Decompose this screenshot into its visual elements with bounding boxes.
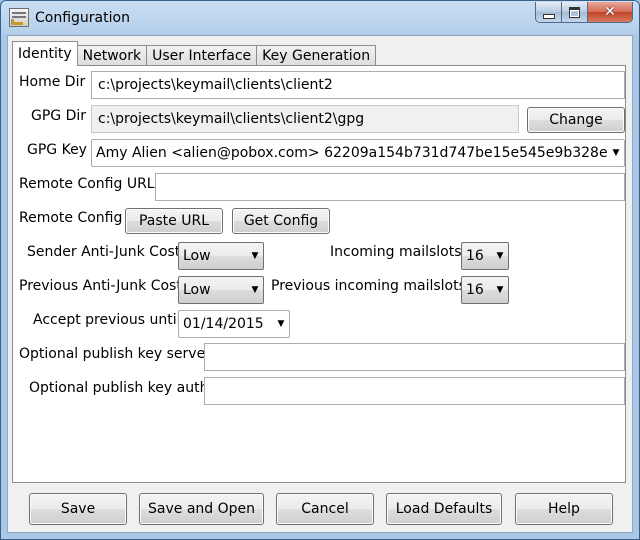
gpg-dir-field: c:\projects\keymail\clients\client2\gpg <box>91 105 519 133</box>
home-dir-label: Home Dir <box>19 74 86 90</box>
maximize-button[interactable] <box>562 2 588 22</box>
close-button[interactable]: ✕ <box>588 2 632 22</box>
change-button[interactable]: Change <box>527 107 625 133</box>
chevron-down-icon: ▼ <box>496 285 504 295</box>
incoming-mailslots-label: Incoming mailslots <box>330 244 462 260</box>
accept-until-date-picker[interactable]: 01/14/2015 ▼ <box>178 310 290 338</box>
previous-mailslots-select[interactable]: 16 ▼ <box>461 276 509 304</box>
gpg-key-label: GPG Key <box>27 142 87 158</box>
save-button[interactable]: Save <box>29 493 127 525</box>
minimize-icon <box>542 13 555 19</box>
incoming-mailslots-value: 16 <box>466 248 484 264</box>
load-defaults-button[interactable]: Load Defaults <box>386 493 502 525</box>
chevron-down-icon: ▼ <box>251 285 259 295</box>
app-key-icon <box>9 8 29 27</box>
tab-strip: Identity Network User Interface Key Gene… <box>12 40 377 66</box>
chevron-down-icon: ▼ <box>496 251 504 261</box>
tab-network[interactable]: Network <box>76 45 148 66</box>
cancel-button[interactable]: Cancel <box>276 493 374 525</box>
publish-server-input[interactable] <box>204 343 625 371</box>
identity-panel: Home Dir c:\projects\keymail\clients\cli… <box>12 65 626 483</box>
remote-config-label: Remote Config <box>19 210 123 226</box>
dialog-button-bar: Save Save and Open Cancel Load Defaults … <box>12 487 626 527</box>
publish-auth-label: Optional publish key auth <box>29 380 209 396</box>
previous-mailslots-value: 16 <box>466 282 484 298</box>
previous-cost-value: Low <box>183 282 211 298</box>
close-icon: ✕ <box>604 4 616 20</box>
chevron-down-icon: ▼ <box>612 148 620 158</box>
tab-identity[interactable]: Identity <box>12 41 78 66</box>
publish-server-label: Optional publish key server <box>19 346 211 362</box>
sender-cost-label: Sender Anti-Junk Cost <box>27 244 181 260</box>
remote-config-url-input[interactable] <box>155 173 625 201</box>
remote-config-url-label: Remote Config URL <box>19 176 155 192</box>
maximize-icon <box>569 6 580 18</box>
help-button[interactable]: Help <box>515 493 613 525</box>
title-bar[interactable]: Configuration ✕ <box>1 1 639 35</box>
save-and-open-button[interactable]: Save and Open <box>139 493 264 525</box>
get-config-button[interactable]: Get Config <box>232 208 330 234</box>
gpg-key-value: Amy Alien <alien@pobox.com> 62209a154b73… <box>96 145 608 161</box>
previous-mailslots-label: Previous incoming mailslots <box>271 278 466 294</box>
sender-cost-select[interactable]: Low ▼ <box>178 242 264 270</box>
paste-url-button[interactable]: Paste URL <box>125 208 223 234</box>
window-title: Configuration <box>35 10 130 26</box>
gpg-dir-label: GPG Dir <box>31 108 87 124</box>
configuration-window: Configuration ✕ Identity Network User In… <box>0 0 640 540</box>
incoming-mailslots-select[interactable]: 16 ▼ <box>461 242 509 270</box>
accept-until-label: Accept previous until <box>33 312 181 328</box>
publish-auth-input[interactable] <box>204 377 625 405</box>
dialog-client-area: Identity Network User Interface Key Gene… <box>7 35 633 533</box>
caption-buttons: ✕ <box>535 2 633 23</box>
home-dir-input[interactable]: c:\projects\keymail\clients\client2 <box>91 71 625 99</box>
gpg-key-select[interactable]: Amy Alien <alien@pobox.com> 62209a154b73… <box>91 139 625 167</box>
chevron-down-icon: ▼ <box>277 319 285 329</box>
previous-cost-select[interactable]: Low ▼ <box>178 276 264 304</box>
previous-cost-label: Previous Anti-Junk Cost <box>19 278 182 294</box>
accept-until-value: 01/14/2015 <box>183 316 264 332</box>
sender-cost-value: Low <box>183 248 211 264</box>
minimize-button[interactable] <box>536 2 562 22</box>
tab-user-interface[interactable]: User Interface <box>146 45 258 66</box>
chevron-down-icon: ▼ <box>251 251 259 261</box>
tab-key-generation[interactable]: Key Generation <box>256 45 377 66</box>
